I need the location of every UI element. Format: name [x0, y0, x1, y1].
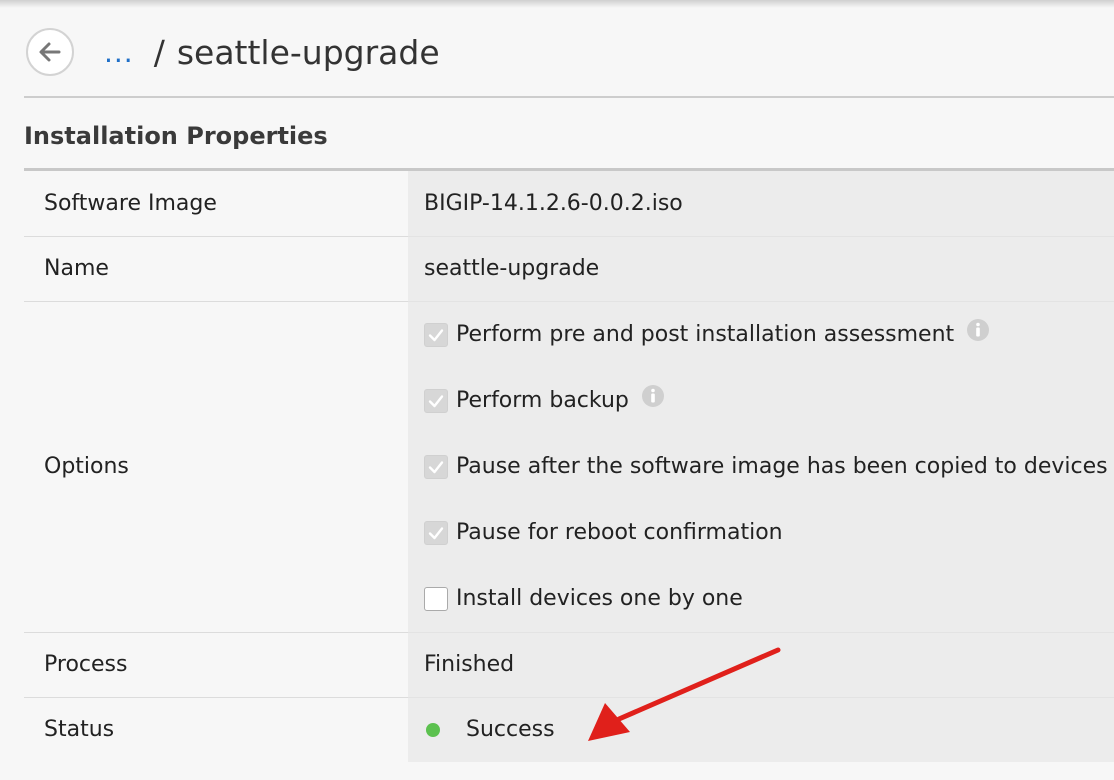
options-list: Perform pre and post installation assess… [408, 301, 1114, 633]
property-value: Finished [408, 632, 1114, 698]
property-value: BIGIP-14.1.2.6-0.0.2.iso [408, 171, 1114, 237]
check-icon [428, 328, 444, 341]
property-row-process: Process Finished [24, 632, 1114, 698]
check-icon [428, 460, 444, 473]
option-item: Pause for reboot confirmation [424, 500, 1114, 566]
option-label: Pause after the software image has been … [456, 454, 1108, 479]
info-icon[interactable] [966, 318, 990, 342]
property-label: Process [24, 632, 408, 698]
option-checkbox[interactable] [424, 520, 448, 545]
status-text: Success [466, 717, 555, 743]
option-checkbox[interactable] [424, 586, 448, 611]
back-button[interactable] [26, 28, 74, 76]
property-value: seattle-upgrade [408, 236, 1114, 302]
arrow-left-icon [39, 42, 61, 62]
property-row-name: Name seattle-upgrade [24, 236, 1114, 302]
breadcrumb-ellipsis-link[interactable]: ... [104, 36, 134, 69]
option-label: Install devices one by one [456, 586, 743, 611]
property-row-software-image: Software Image BIGIP-14.1.2.6-0.0.2.iso [24, 171, 1114, 237]
properties-table: Software Image BIGIP-14.1.2.6-0.0.2.iso … [24, 171, 1114, 762]
property-row-status: Status Success [24, 697, 1114, 762]
check-icon [428, 394, 444, 407]
option-item: Install devices one by one [424, 566, 1114, 632]
property-label: Software Image [24, 171, 408, 237]
property-label: Status [24, 697, 408, 762]
option-label: Perform backup [456, 388, 629, 413]
option-checkbox[interactable] [424, 322, 448, 347]
section-title: Installation Properties [24, 122, 328, 150]
option-label: Pause for reboot confirmation [456, 520, 783, 545]
option-item: Pause after the software image has been … [424, 434, 1114, 500]
property-label: Name [24, 236, 408, 302]
option-checkbox[interactable] [424, 454, 448, 479]
breadcrumb-separator: / [153, 32, 165, 72]
breadcrumb: ... / seattle-upgrade [104, 30, 440, 74]
property-row-options: Options Perform pre and post installatio… [24, 301, 1114, 633]
check-icon [428, 526, 444, 539]
option-checkbox[interactable] [424, 388, 448, 413]
status-cell: Success [408, 697, 1114, 762]
option-item: Perform backup [424, 368, 1114, 434]
option-label: Perform pre and post installation assess… [456, 322, 955, 347]
status-indicator: Success [424, 717, 1114, 742]
option-item: Perform pre and post installation assess… [424, 302, 1114, 368]
top-shadow [0, 0, 1114, 8]
property-label: Options [24, 301, 408, 633]
info-icon[interactable] [641, 384, 665, 408]
status-dot-icon [426, 722, 440, 737]
page-header: ... / seattle-upgrade [24, 8, 1114, 98]
page-title: seattle-upgrade [176, 32, 440, 72]
